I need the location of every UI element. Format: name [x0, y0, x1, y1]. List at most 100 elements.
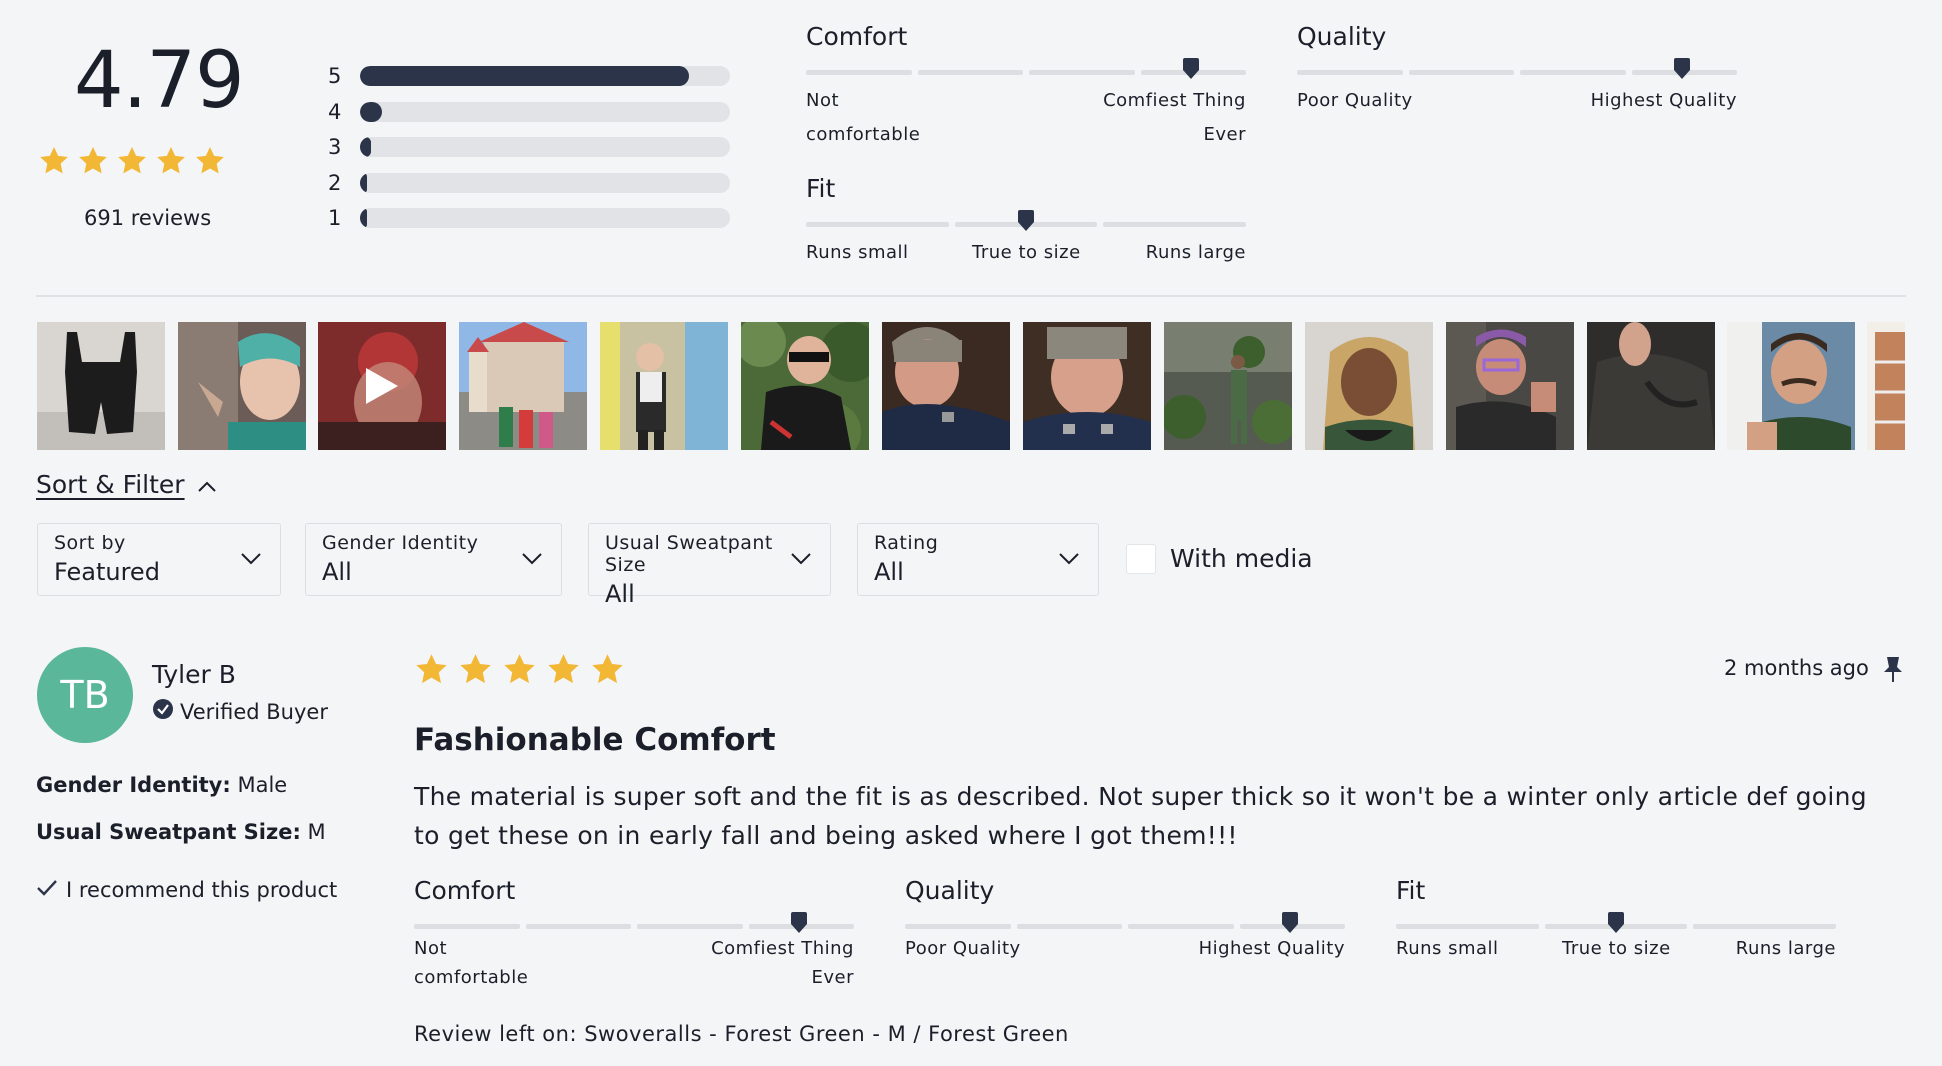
histogram-bar	[360, 66, 690, 86]
fit-marker	[1016, 210, 1036, 232]
histogram-star-label: 3	[328, 135, 342, 159]
chevron-down-icon	[240, 551, 262, 570]
sort-by-dropdown[interactable]: Sort by Featured	[37, 523, 281, 596]
review-comfort-track	[414, 924, 854, 929]
sweatpant-size-value: M	[307, 820, 326, 844]
histogram-bar	[360, 172, 368, 193]
rating-dropdown[interactable]: Rating All	[857, 523, 1099, 596]
review-fit-marker	[1606, 912, 1626, 934]
gender-identity-label: Gender Identity	[322, 532, 479, 554]
review-body: The material is super soft and the fit i…	[414, 782, 1867, 850]
media-thumbnail[interactable]	[1867, 322, 1905, 450]
average-rating: 4.79	[74, 36, 245, 126]
histogram-row[interactable]: 4	[328, 100, 730, 124]
star-icon	[590, 652, 625, 687]
sort-by-label: Sort by	[54, 532, 126, 554]
media-thumbnail[interactable]	[178, 322, 306, 450]
review-fit-high-label: Runs large	[1735, 938, 1836, 959]
histogram-star-label: 5	[328, 64, 342, 88]
star-icon	[414, 652, 449, 687]
recommend-label: I recommend this product	[66, 878, 338, 902]
review-quality-high-label: Highest Quality	[1198, 938, 1345, 959]
quality-marker	[1672, 58, 1692, 80]
chevron-down-icon	[1058, 551, 1080, 570]
chevron-down-icon	[790, 551, 812, 570]
chevron-down-icon	[521, 551, 543, 570]
media-thumbnail[interactable]	[882, 322, 1010, 450]
chevron-up-icon	[197, 470, 217, 499]
media-thumbnail[interactable]	[600, 322, 728, 450]
media-thumbnail[interactable]	[1587, 322, 1715, 450]
gender-identity-value: All	[322, 558, 352, 586]
sweatpant-size-attribute: Usual Sweatpant Size: M	[36, 820, 326, 844]
media-thumbnail[interactable]	[741, 322, 869, 450]
star-icon	[155, 145, 187, 177]
average-stars	[38, 145, 226, 177]
star-icon	[546, 652, 581, 687]
sort-filter-toggle[interactable]: Sort & Filter	[36, 470, 217, 499]
histogram-bar	[360, 208, 368, 228]
review-comfort-title: Comfort	[414, 876, 516, 905]
reviewer-name: Tyler B	[152, 660, 236, 689]
sweatpant-size-value: All	[605, 580, 635, 608]
quality-track	[1297, 70, 1737, 75]
comfort-track	[806, 70, 1246, 75]
gender-identity-dropdown[interactable]: Gender Identity All	[305, 523, 562, 596]
histogram-track	[360, 66, 730, 86]
review-fit-title: Fit	[1396, 876, 1426, 905]
comfort-marker	[1181, 58, 1201, 80]
review-quality-track	[905, 924, 1345, 929]
histogram-star-label: 4	[328, 99, 342, 124]
media-thumbnail[interactable]	[459, 322, 587, 450]
media-thumbnail[interactable]	[1446, 322, 1574, 450]
star-icon	[458, 652, 493, 687]
gender-identity-attribute: Gender Identity: Male	[36, 773, 287, 797]
with-media-checkbox[interactable]	[1126, 544, 1156, 574]
histogram-track	[360, 101, 730, 122]
media-thumbnail[interactable]	[1305, 322, 1433, 450]
pin-icon	[1882, 655, 1904, 687]
histogram-star-label: 1	[328, 206, 342, 230]
media-thumbnail[interactable]	[1164, 322, 1292, 450]
histogram-row[interactable]: 1	[328, 206, 730, 230]
divider	[36, 295, 1906, 297]
comfort-high-label: Comfiest Thing Ever	[1103, 90, 1246, 145]
verified-label: Verified Buyer	[180, 699, 328, 724]
star-icon	[38, 145, 70, 177]
quality-low-label: Poor Quality	[1297, 90, 1413, 111]
review-title: Fashionable Comfort	[414, 722, 776, 758]
sort-filter-label: Sort & Filter	[36, 470, 185, 499]
review-stars	[414, 652, 625, 687]
sweatpant-size-dropdown[interactable]: Usual Sweatpant Size All	[588, 523, 831, 608]
checkmark-icon	[36, 878, 58, 902]
review-count: 691 reviews	[84, 206, 212, 230]
histogram-star-label: 2	[328, 170, 342, 195]
avatar: TB	[37, 647, 133, 743]
histogram-row[interactable]: 3	[328, 135, 730, 159]
recommend-statement: I recommend this product	[36, 878, 337, 902]
review-fit-low-label: Runs small	[1396, 938, 1499, 959]
media-thumbnail[interactable]	[37, 322, 165, 450]
quality-title: Quality	[1297, 22, 1387, 51]
histogram-track	[360, 208, 730, 228]
fit-mid-label: True to size	[972, 242, 1081, 263]
histogram-bar	[360, 137, 372, 157]
rating-value: All	[874, 558, 904, 586]
review-date: 2 months ago	[1724, 656, 1869, 680]
play-icon[interactable]	[362, 366, 402, 410]
media-thumbnail[interactable]	[1727, 322, 1855, 450]
media-thumbnail[interactable]	[1023, 322, 1151, 450]
histogram-track	[360, 137, 730, 157]
histogram-bar	[360, 101, 383, 122]
fit-title: Fit	[806, 174, 836, 203]
review-comfort-marker	[789, 912, 809, 934]
verified-check-icon	[152, 698, 174, 725]
histogram-row[interactable]: 5	[328, 64, 730, 88]
gender-identity-key: Gender Identity:	[36, 773, 231, 797]
star-icon	[194, 145, 226, 177]
review-fit-mid-label: True to size	[1562, 938, 1671, 959]
review-comfort-low-label: Not comfortable	[414, 938, 529, 988]
star-icon	[116, 145, 148, 177]
with-media-label[interactable]: With media	[1170, 544, 1313, 573]
histogram-row[interactable]: 2	[328, 171, 730, 195]
